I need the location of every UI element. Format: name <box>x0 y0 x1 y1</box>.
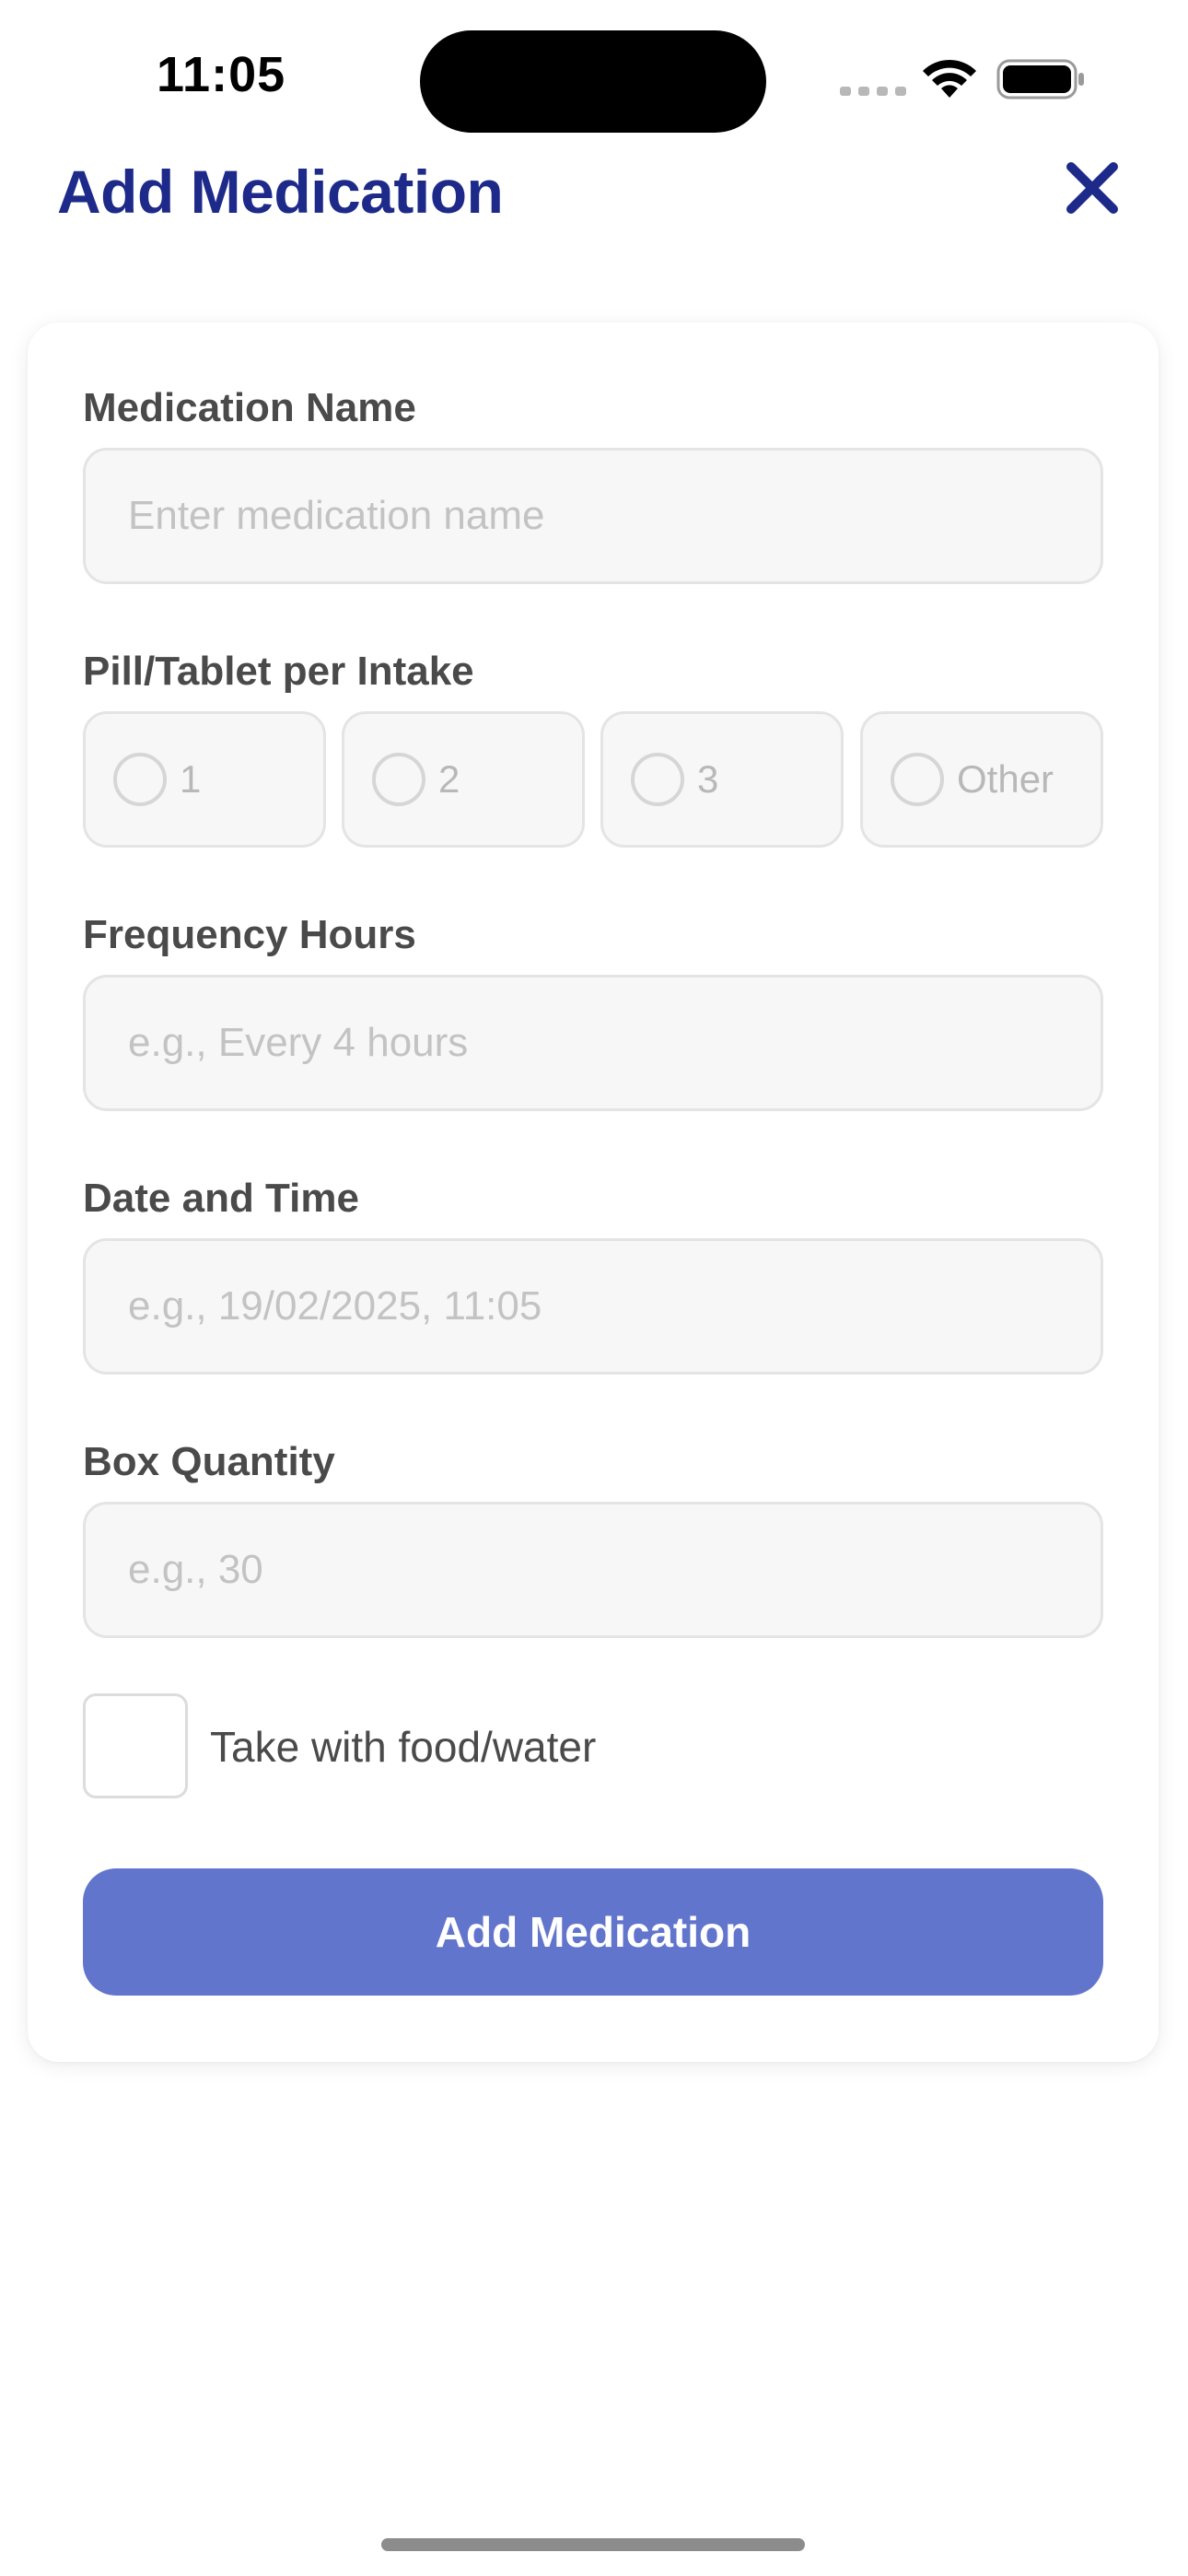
dynamic-island <box>420 30 766 133</box>
home-indicator <box>381 2538 805 2551</box>
radio-icon <box>113 753 167 806</box>
medication-form-card: Medication Name Pill/Tablet per Intake 1… <box>28 322 1159 2062</box>
take-with-food-label: Take with food/water <box>210 1723 597 1771</box>
pill-option-label: Other <box>957 757 1054 801</box>
pill-option-2[interactable]: 2 <box>342 711 585 848</box>
cellular-signal-icon <box>840 87 906 96</box>
battery-icon <box>996 59 1084 100</box>
pill-option-label: 1 <box>180 757 202 801</box>
date-time-label: Date and Time <box>83 1176 359 1221</box>
close-icon <box>1066 162 1118 214</box>
pill-option-3[interactable]: 3 <box>600 711 844 848</box>
close-button[interactable] <box>1059 155 1125 221</box>
pill-option-1[interactable]: 1 <box>83 711 326 848</box>
pill-option-label: 2 <box>438 757 460 801</box>
box-quantity-input[interactable] <box>83 1502 1103 1638</box>
medication-name-input[interactable] <box>83 448 1103 584</box>
radio-icon <box>372 753 425 806</box>
pill-option-other[interactable]: Other <box>860 711 1103 848</box>
date-time-input[interactable] <box>83 1238 1103 1375</box>
radio-icon <box>891 753 944 806</box>
pills-per-intake-label: Pill/Tablet per Intake <box>83 649 474 694</box>
add-medication-button[interactable]: Add Medication <box>83 1868 1103 1996</box>
page-title: Add Medication <box>57 158 504 226</box>
radio-icon <box>631 753 684 806</box>
wifi-icon <box>923 59 976 98</box>
pill-option-label: 3 <box>697 757 719 801</box>
frequency-hours-input[interactable] <box>83 975 1103 1111</box>
status-time: 11:05 <box>157 47 286 102</box>
frequency-hours-label: Frequency Hours <box>83 912 416 957</box>
add-medication-screen: 11:05 Add Medication Medication Name Pil… <box>0 0 1188 2576</box>
take-with-food-checkbox[interactable] <box>83 1693 188 1798</box>
medication-name-label: Medication Name <box>83 385 416 430</box>
box-quantity-label: Box Quantity <box>83 1439 335 1484</box>
